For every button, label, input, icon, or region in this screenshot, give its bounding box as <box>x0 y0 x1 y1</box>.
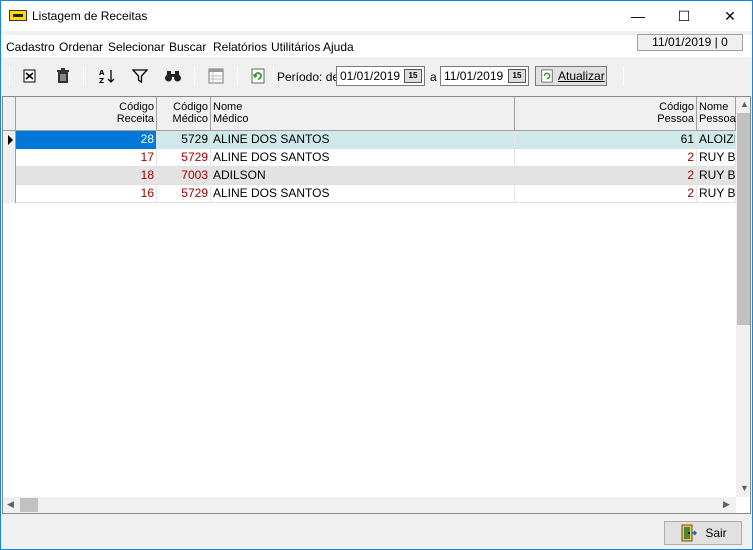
toolbar-separator <box>237 66 238 86</box>
minimize-icon[interactable]: — <box>615 1 661 31</box>
date-to-input[interactable]: 11/01/2019 15 <box>440 66 529 86</box>
row-indicator-header <box>3 97 16 131</box>
menu-buscar[interactable]: Buscar <box>169 40 206 54</box>
vertical-scrollbar[interactable]: ▲ ▼ <box>736 97 750 497</box>
calendar-icon[interactable]: 15 <box>404 69 422 83</box>
header-nome-medico[interactable]: Nome Médico <box>211 97 515 131</box>
cell-cod-medico[interactable]: 5729 <box>157 131 211 149</box>
toolbar-separator <box>273 66 274 86</box>
scroll-left-icon[interactable]: ◀ <box>7 499 14 510</box>
toolbar-separator <box>9 66 10 86</box>
row-indicator <box>3 185 16 203</box>
cell-cod-medico[interactable]: 5729 <box>157 185 211 203</box>
app-icon <box>9 10 27 21</box>
table-row[interactable]: 28 5729 ALINE DOS SANTOS 61 ALOIZIO <box>3 131 736 149</box>
date-from-input[interactable]: 01/01/2019 15 <box>336 66 425 86</box>
scroll-right-icon[interactable]: ▶ <box>723 499 730 510</box>
cell-nome-medico[interactable]: ADILSON <box>211 167 515 185</box>
table-row[interactable]: 16 5729 ALINE DOS SANTOS 2 RUY BA <box>3 185 736 203</box>
cell-nome-medico[interactable]: ALINE DOS SANTOS <box>211 185 515 203</box>
scroll-up-icon[interactable]: ▲ <box>740 99 749 109</box>
cell-cod-receita[interactable]: 18 <box>16 167 157 185</box>
refresh-button-label: Atualizar <box>558 69 605 83</box>
period-label: Período: de <box>277 70 340 84</box>
cell-nome-pessoa[interactable]: RUY BA <box>697 149 736 167</box>
svg-text:Z: Z <box>99 77 104 84</box>
exit-button[interactable]: Sair <box>664 521 742 545</box>
arrow-right-icon <box>8 135 13 145</box>
exit-button-label: Sair <box>705 526 727 540</box>
refresh-icon <box>541 69 553 83</box>
toolbar: AZ Período: de 01/01/2019 15 a 11/01/201… <box>1 59 752 93</box>
binoculars-icon[interactable] <box>161 65 185 87</box>
toolbar-separator <box>194 66 195 86</box>
cell-cod-receita[interactable]: 16 <box>16 185 157 203</box>
cell-cod-pessoa[interactable]: 2 <box>515 167 697 185</box>
current-row-indicator <box>3 131 16 149</box>
to-label: a <box>430 70 437 84</box>
row-indicator <box>3 167 16 185</box>
trash-icon[interactable] <box>51 65 75 87</box>
window-title: Listagem de Receitas <box>32 9 148 23</box>
receitas-grid[interactable]: Código Receita Código Médico Nome Médico Có… <box>2 96 751 514</box>
calendar-icon[interactable]: 15 <box>508 69 526 83</box>
toolbar-separator <box>623 66 624 86</box>
header-nome-pessoa[interactable]: Nome Pessoa <box>697 97 736 131</box>
menu-utilitarios[interactable]: Utilitários <box>271 40 320 54</box>
table-row[interactable]: 17 5729 ALINE DOS SANTOS 2 RUY BA <box>3 149 736 167</box>
table-row[interactable]: 18 7003 ADILSON 2 RUY BA <box>3 167 736 185</box>
svg-text:A: A <box>99 69 105 77</box>
cell-cod-medico[interactable]: 7003 <box>157 167 211 185</box>
date-to-value: 11/01/2019 <box>444 69 504 83</box>
filter-icon[interactable] <box>128 65 152 87</box>
header-cod-medico[interactable]: Código Médico <box>157 97 211 131</box>
cell-nome-pessoa[interactable]: RUY BA <box>697 167 736 185</box>
export-icon[interactable] <box>18 65 42 87</box>
cell-cod-medico[interactable]: 5729 <box>157 149 211 167</box>
menu-relatorios[interactable]: Relatórios <box>213 40 267 54</box>
door-exit-icon <box>681 524 698 542</box>
refresh-button[interactable]: Atualizar <box>535 66 607 86</box>
horizontal-scroll-thumb[interactable] <box>20 498 38 512</box>
columns-icon[interactable] <box>204 65 228 87</box>
footer-bar: Sair <box>1 516 752 549</box>
menu-ajuda[interactable]: Ajuda <box>323 40 354 54</box>
cell-nome-pessoa[interactable]: ALOIZIO <box>697 131 736 149</box>
cell-cod-receita[interactable]: 17 <box>16 149 157 167</box>
cell-cod-pessoa[interactable]: 61 <box>515 131 697 149</box>
cell-cod-receita[interactable]: 28 <box>16 131 157 149</box>
toolbar-separator <box>83 66 84 86</box>
cell-nome-medico[interactable]: ALINE DOS SANTOS <box>211 131 515 149</box>
sort-az-icon[interactable]: AZ <box>95 65 119 87</box>
cell-cod-pessoa[interactable]: 2 <box>515 149 697 167</box>
main-window: Listagem de Receitas — ☐ ✕ Cadastro Orde… <box>0 0 753 550</box>
maximize-icon[interactable]: ☐ <box>661 1 707 31</box>
cell-nome-medico[interactable]: ALINE DOS SANTOS <box>211 149 515 167</box>
menu-cadastro[interactable]: Cadastro <box>6 40 55 54</box>
vertical-scroll-thumb[interactable] <box>737 113 750 325</box>
refresh-icon[interactable] <box>246 65 270 87</box>
date-from-value: 01/01/2019 <box>340 69 401 83</box>
menu-selecionar[interactable]: Selecionar <box>108 40 165 54</box>
row-indicator <box>3 149 16 167</box>
title-bar: Listagem de Receitas — ☐ ✕ <box>1 1 752 31</box>
header-cod-pessoa[interactable]: Código Pessoa <box>515 97 697 131</box>
horizontal-scrollbar[interactable]: ◀ ▶ <box>3 497 736 513</box>
cell-cod-pessoa[interactable]: 2 <box>515 185 697 203</box>
close-icon[interactable]: ✕ <box>707 1 753 31</box>
menu-ordenar[interactable]: Ordenar <box>59 40 103 54</box>
header-cod-receita[interactable]: Código Receita <box>16 97 157 131</box>
scroll-down-icon[interactable]: ▼ <box>740 483 749 493</box>
cell-nome-pessoa[interactable]: RUY BA <box>697 185 736 203</box>
status-date: 11/01/2019 | 0 <box>637 34 743 51</box>
